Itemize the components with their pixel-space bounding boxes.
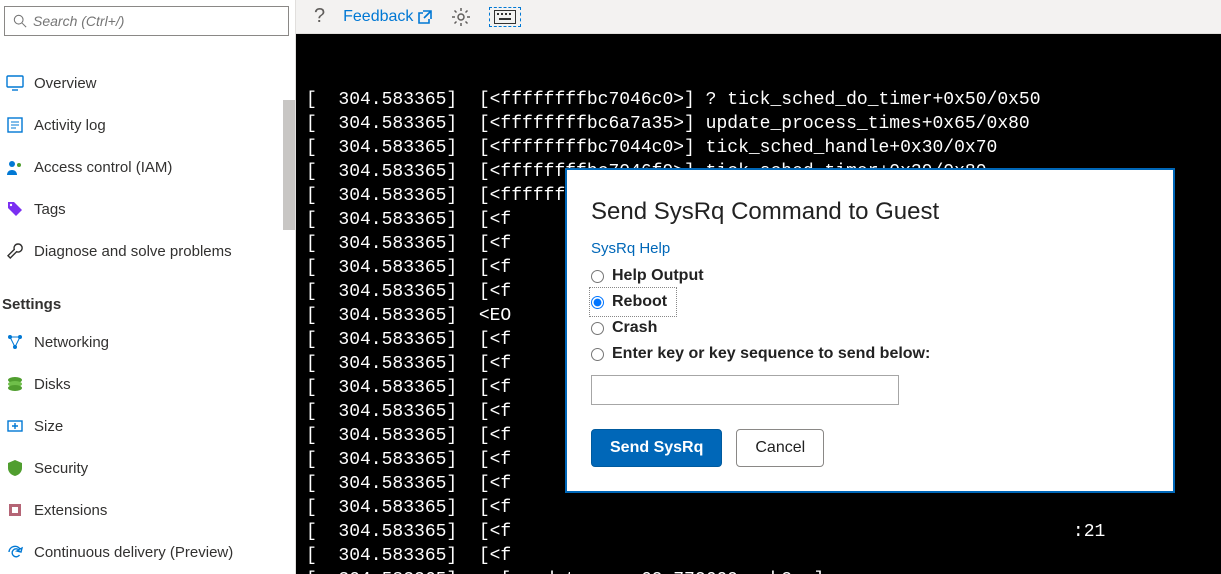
sidebar-item-label: Continuous delivery (Preview) <box>34 544 233 561</box>
send-sysrq-button[interactable]: Send SysRq <box>591 429 722 467</box>
sidebar-item-label: Diagnose and solve problems <box>34 243 232 260</box>
sidebar-item-security[interactable]: Security <box>0 447 295 489</box>
sidebar-item-label: Networking <box>34 334 109 351</box>
disks-icon <box>6 375 24 393</box>
scrollbar-thumb[interactable] <box>283 100 295 230</box>
console-line: [ 304.583365] [<f <box>306 544 1211 568</box>
sidebar-item-label: Extensions <box>34 502 107 519</box>
nav-section-settings: Settings <box>0 286 295 321</box>
custom-key-input[interactable] <box>591 375 899 405</box>
sidebar-item-networking[interactable]: Networking <box>0 321 295 363</box>
sidebar-item-extensions[interactable]: Extensions <box>0 489 295 531</box>
console-line: [ 304.583365] [<ffffffffbc6a7a35>] updat… <box>306 112 1211 136</box>
feedback-link[interactable]: Feedback <box>343 8 433 26</box>
screen-icon <box>6 74 24 92</box>
feedback-label: Feedback <box>343 8 413 26</box>
dialog-title: Send SysRq Command to Guest <box>591 198 1149 226</box>
radio-crash[interactable]: Crash <box>591 315 1149 341</box>
search-input[interactable] <box>33 13 280 29</box>
sidebar-item-tags[interactable]: Tags <box>0 188 295 230</box>
radio-crash-input[interactable] <box>591 322 604 335</box>
radio-custom-input[interactable] <box>591 348 604 361</box>
radio-reboot-input[interactable] <box>591 296 604 309</box>
cd-icon <box>6 543 24 561</box>
cancel-button[interactable]: Cancel <box>736 429 824 467</box>
keyboard-icon <box>494 10 516 24</box>
sidebar-item-overview[interactable]: Overview <box>0 62 295 104</box>
sidebar-item-label: Size <box>34 418 63 435</box>
sysrq-help-link[interactable]: SysRq Help <box>591 240 670 257</box>
size-icon <box>6 417 24 435</box>
gear-icon <box>451 7 471 27</box>
settings-button[interactable] <box>451 7 471 27</box>
console-line: [ 304.583365] [<f :21 <box>306 520 1211 544</box>
sidebar: « Overview Activity log <box>0 0 296 574</box>
sidebar-item-label: Access control (IAM) <box>34 159 172 176</box>
tag-icon <box>6 200 24 218</box>
radio-label: Help Output <box>612 267 704 285</box>
sidebar-item-size[interactable]: Size <box>0 405 295 447</box>
radio-help-output-input[interactable] <box>591 270 604 283</box>
wrench-icon <box>6 242 24 260</box>
sidebar-item-label: Security <box>34 460 88 477</box>
external-link-icon <box>417 9 433 25</box>
log-icon <box>6 116 24 134</box>
sidebar-item-access-control[interactable]: Access control (IAM) <box>0 146 295 188</box>
radio-custom[interactable]: Enter key or key sequence to send below: <box>591 341 1149 367</box>
nav-list: Overview Activity log Access control (IA… <box>0 42 295 573</box>
sidebar-item-disks[interactable]: Disks <box>0 363 295 405</box>
ext-icon <box>6 501 24 519</box>
sidebar-item-label: Overview <box>34 75 97 92</box>
radio-label: Reboot <box>612 293 667 311</box>
keyboard-button[interactable] <box>489 7 521 27</box>
console-line: [ 304.583365] ---[ end trace e62c772609c… <box>306 568 1211 574</box>
radio-label: Crash <box>612 319 657 337</box>
help-button[interactable]: ? <box>314 5 325 28</box>
sidebar-item-label: Tags <box>34 201 66 218</box>
sidebar-item-activity-log[interactable]: Activity log <box>0 104 295 146</box>
network-icon <box>6 333 24 351</box>
shield-icon <box>6 459 24 477</box>
search-icon <box>13 14 27 28</box>
radio-label: Enter key or key sequence to send below: <box>612 345 930 363</box>
console-line: [ 304.583365] [<ffffffffbc7046c0>] ? tic… <box>306 88 1211 112</box>
sidebar-item-label: Activity log <box>34 117 106 134</box>
toolbar: ? Feedback <box>296 0 1221 34</box>
radio-help-output[interactable]: Help Output <box>591 263 1149 289</box>
sysrq-dialog: Send SysRq Command to Guest SysRq Help H… <box>565 168 1175 493</box>
people-icon <box>6 158 24 176</box>
console-line: [ 304.583365] [<f <box>306 496 1211 520</box>
search-input-wrap[interactable] <box>4 6 289 36</box>
sidebar-item-diagnose[interactable]: Diagnose and solve problems <box>0 230 295 272</box>
radio-reboot[interactable]: Reboot <box>591 289 675 315</box>
console-line: [ 304.583365] [<ffffffffbc7044c0>] tick_… <box>306 136 1211 160</box>
sidebar-item-continuous-delivery[interactable]: Continuous delivery (Preview) <box>0 531 295 573</box>
sidebar-item-label: Disks <box>34 376 71 393</box>
